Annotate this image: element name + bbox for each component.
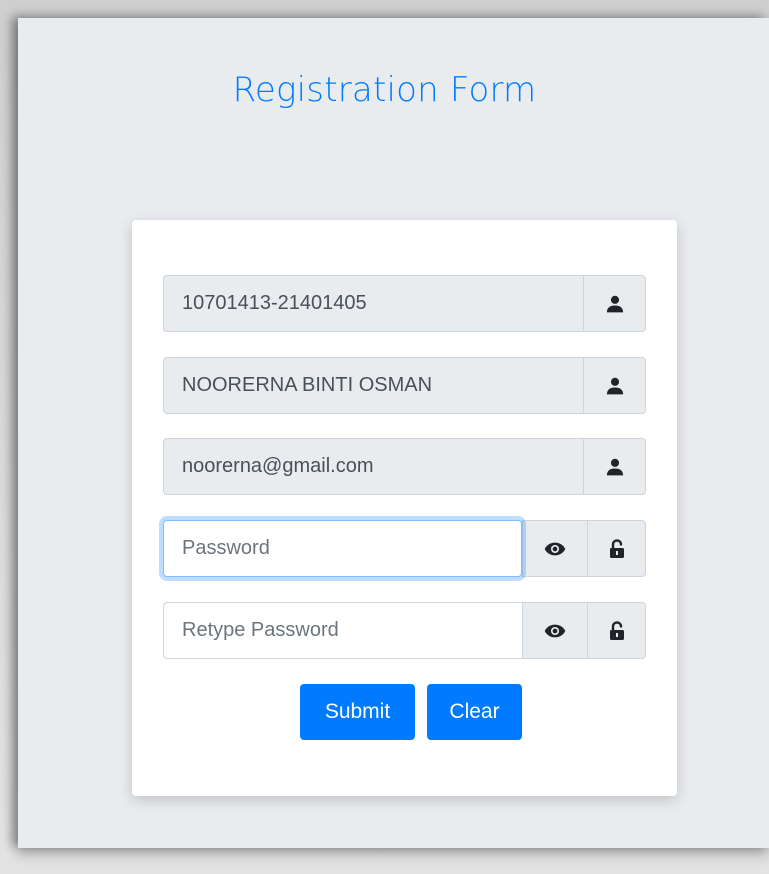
show-password-toggle[interactable]	[522, 520, 587, 577]
password-input[interactable]	[163, 520, 522, 577]
unlock-icon	[609, 620, 624, 640]
page-title: Registration Form	[232, 70, 537, 110]
name-addon	[583, 357, 646, 414]
full-name-input[interactable]	[163, 357, 583, 414]
password-input-group	[163, 520, 646, 577]
id-addon	[583, 275, 646, 332]
registration-card: Submit Clear	[132, 220, 677, 796]
retype-password-input[interactable]	[163, 602, 522, 659]
id-number-input[interactable]	[163, 275, 583, 332]
eye-icon	[544, 624, 566, 637]
user-icon	[606, 295, 623, 312]
show-retype-password-toggle[interactable]	[522, 602, 587, 659]
name-input-group	[163, 357, 646, 414]
user-icon	[606, 377, 623, 394]
unlock-icon	[609, 538, 624, 558]
email-input-group	[163, 438, 646, 495]
retype-password-lock-addon	[587, 602, 646, 659]
id-input-group	[163, 275, 646, 332]
retype-password-input-group	[163, 602, 646, 659]
clear-button[interactable]: Clear	[427, 684, 522, 740]
eye-icon	[544, 542, 566, 555]
submit-button[interactable]: Submit	[300, 684, 415, 740]
email-input[interactable]	[163, 438, 583, 495]
user-icon	[606, 458, 623, 475]
email-addon	[583, 438, 646, 495]
password-lock-addon	[587, 520, 646, 577]
